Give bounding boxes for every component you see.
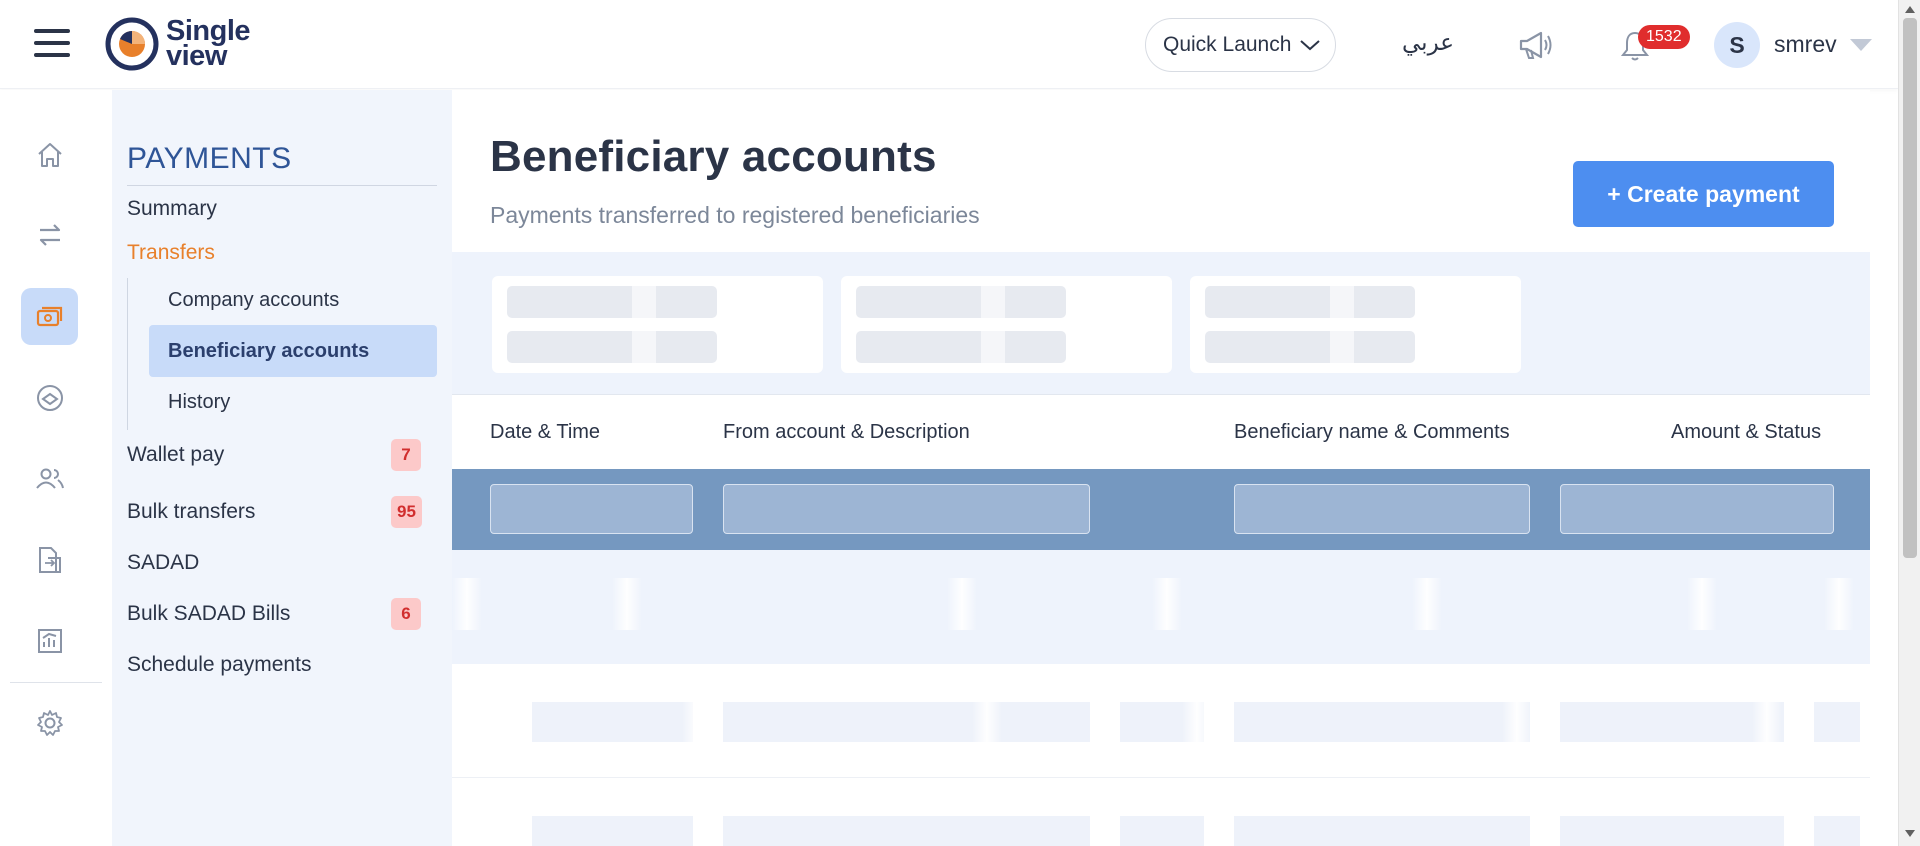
settings-icon — [36, 709, 63, 736]
nav-sadad[interactable]: SADAD — [127, 551, 199, 575]
quick-launch-label: Quick Launch — [1163, 33, 1292, 56]
reports-icon — [37, 628, 62, 653]
column-beneficiary[interactable]: Beneficiary name & Comments — [1234, 421, 1510, 444]
table-header: Date & Time From account & Description B… — [452, 396, 1870, 469]
nav-beneficiary-accounts[interactable]: Beneficiary accounts — [149, 325, 437, 377]
nav-company-accounts[interactable]: Company accounts — [149, 274, 437, 326]
account-filter-input[interactable] — [723, 484, 1090, 534]
chevron-down-icon — [1300, 40, 1321, 51]
page-title: Beneficiary accounts — [490, 132, 937, 181]
username[interactable]: smrev — [1774, 31, 1837, 58]
transfer-icon — [39, 223, 60, 246]
table-row — [452, 550, 1870, 664]
column-from-account[interactable]: From account & Description — [723, 421, 970, 444]
nav-bulk-transfers[interactable]: Bulk transfers — [127, 500, 255, 524]
avatar[interactable]: S — [1714, 22, 1760, 68]
users-icon — [35, 468, 64, 489]
nav-heading: PAYMENTS — [127, 142, 292, 175]
caret-down-icon[interactable] — [1850, 39, 1872, 51]
scroll-thumb[interactable] — [1903, 18, 1917, 558]
rail-home[interactable] — [21, 126, 78, 183]
payments-icon — [36, 306, 62, 326]
rail-transfer[interactable] — [21, 206, 78, 263]
hamburger-menu-icon[interactable] — [34, 29, 72, 59]
nav-bulk-sadad-bills[interactable]: Bulk SADAD Bills — [127, 602, 290, 626]
column-date-time[interactable]: Date & Time — [490, 421, 600, 444]
summary-card-placeholder — [492, 276, 823, 373]
table-row — [452, 778, 1870, 846]
summary-card-placeholder — [1190, 276, 1521, 373]
rail-settings[interactable] — [21, 694, 78, 751]
rail-users[interactable] — [21, 450, 78, 507]
table-filter-row — [452, 469, 1870, 550]
rail-coins[interactable] — [21, 369, 78, 426]
quick-launch-dropdown[interactable]: Quick Launch — [1145, 18, 1336, 72]
create-payment-button[interactable]: + Create payment — [1573, 161, 1834, 227]
megaphone-icon[interactable] — [1517, 28, 1555, 62]
bulk-transfers-badge: 95 — [391, 496, 422, 528]
amount-filter-input[interactable] — [1560, 484, 1834, 534]
date-filter-input[interactable] — [490, 484, 693, 534]
logo-line2: view — [166, 40, 227, 72]
top-bar: Single view Quick Launch عربي 1532 S smr… — [0, 0, 1898, 89]
table-row — [452, 664, 1870, 778]
documents-icon — [38, 546, 61, 573]
scroll-down-arrow-icon[interactable] — [1905, 830, 1915, 837]
page-subtitle: Payments transferred to registered benef… — [490, 202, 980, 228]
nav-history[interactable]: History — [149, 376, 437, 428]
home-icon — [37, 142, 62, 167]
summary-card-placeholder — [841, 276, 1172, 373]
logo[interactable]: Single view — [104, 16, 251, 72]
nav-schedule-payments[interactable]: Schedule payments — [127, 653, 311, 677]
column-amount-status[interactable]: Amount & Status — [1671, 421, 1821, 444]
icon-rail — [0, 90, 112, 846]
logo-text: Single view — [166, 17, 251, 72]
notification-count-badge: 1532 — [1638, 25, 1690, 49]
beneficiary-filter-input[interactable] — [1234, 484, 1530, 534]
payments-nav: PAYMENTS Summary Transfers Company accou… — [112, 90, 452, 846]
bulk-sadad-badge: 6 — [391, 598, 421, 630]
rail-documents[interactable] — [21, 531, 78, 588]
rail-divider — [10, 682, 102, 683]
language-toggle[interactable]: عربي — [1402, 30, 1454, 56]
scrollbar[interactable] — [1898, 0, 1920, 846]
nav-transfers[interactable]: Transfers — [127, 241, 215, 265]
nav-summary[interactable]: Summary — [127, 197, 217, 221]
coins-icon — [36, 384, 63, 411]
divider — [127, 185, 437, 186]
nav-wallet-pay[interactable]: Wallet pay — [127, 443, 224, 467]
rail-reports[interactable] — [21, 612, 78, 669]
rail-payments[interactable] — [21, 288, 78, 345]
submenu-guide — [127, 278, 128, 430]
main-content: Beneficiary accounts Payments transferre… — [452, 90, 1870, 846]
summary-cards — [452, 252, 1870, 395]
logo-mark-icon — [105, 17, 159, 71]
wallet-pay-badge: 7 — [391, 439, 421, 471]
scroll-up-arrow-icon[interactable] — [1905, 6, 1915, 13]
